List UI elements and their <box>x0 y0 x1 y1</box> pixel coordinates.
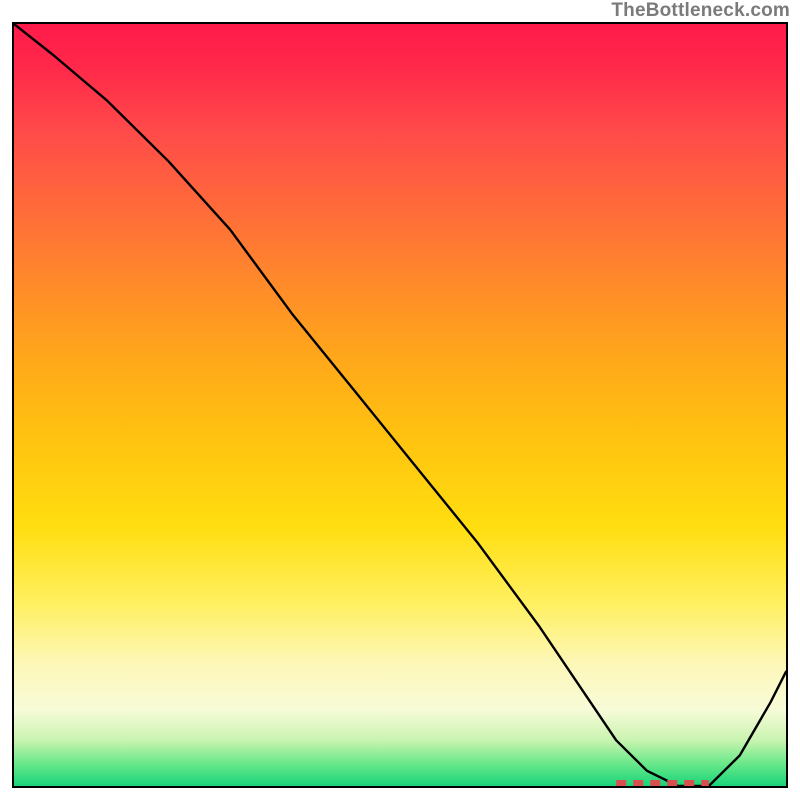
watermark-label: TheBottleneck.com <box>611 0 790 22</box>
plot-area <box>12 22 788 788</box>
bottleneck-curve <box>14 24 786 786</box>
chart-svg <box>14 24 786 786</box>
chart-frame: TheBottleneck.com <box>0 0 800 800</box>
